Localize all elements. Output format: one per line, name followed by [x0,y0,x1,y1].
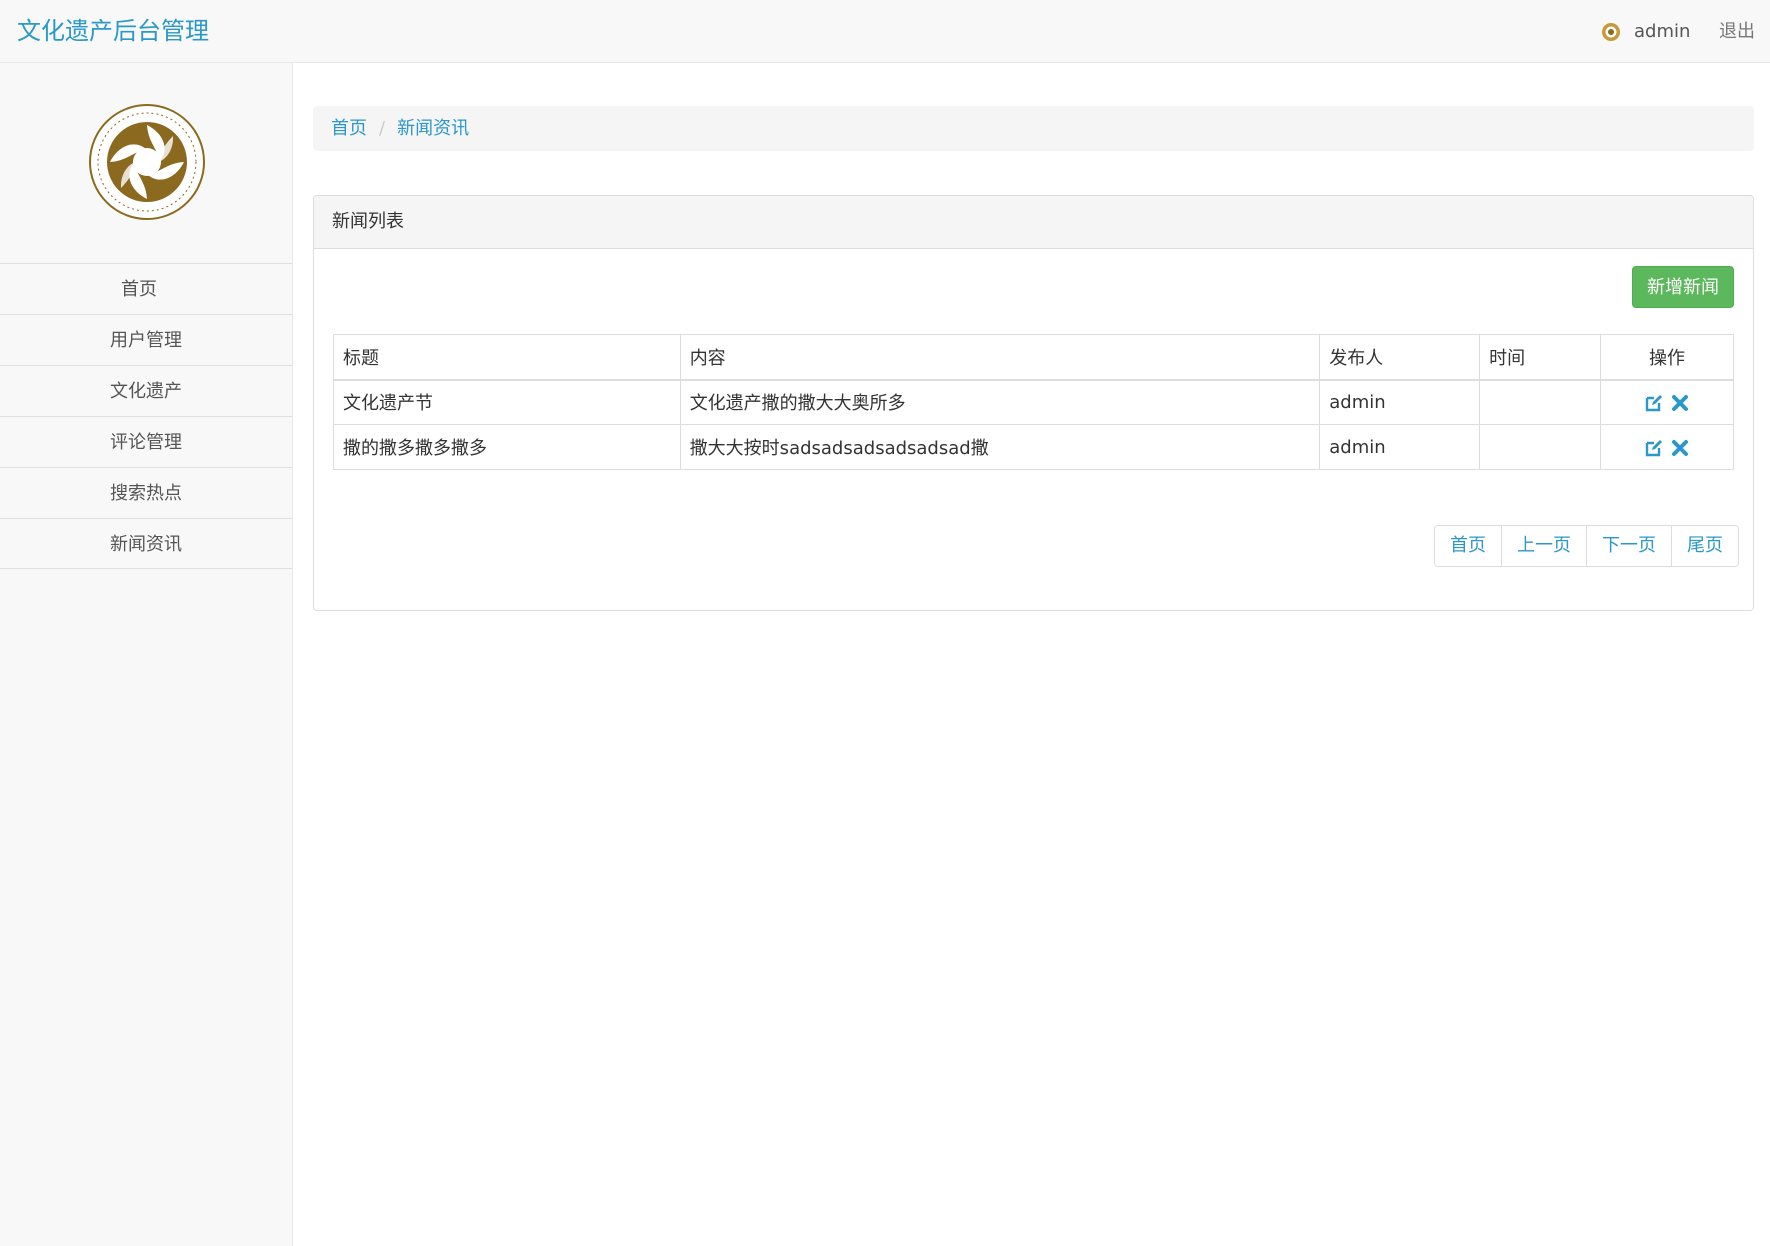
column-header-content: 内容 [679,334,1321,381]
column-header-time: 时间 [1479,334,1602,381]
page-next-button[interactable]: 下一页 [1586,526,1671,566]
news-table: 标题 内容 发布人 时间 操作 文化遗产节 文化遗产撒的撒大大奥所多 admin [333,334,1734,470]
sidebar-item-home[interactable]: 首页 [0,263,292,314]
breadcrumb: 首页 / 新闻资讯 [313,106,1754,151]
cell-time [1479,379,1602,425]
page-prev-button[interactable]: 上一页 [1501,526,1586,566]
edit-icon[interactable] [1644,438,1664,458]
column-header-title: 标题 [333,334,681,381]
cell-time [1479,424,1602,470]
cell-title: 文化遗产节 [333,379,681,425]
close-icon[interactable] [1670,393,1690,413]
sidebar-item-users[interactable]: 用户管理 [0,314,292,365]
page-first-button[interactable]: 首页 [1435,526,1501,566]
cultural-heritage-logo [88,103,206,221]
news-panel: 新闻列表 新增新闻 标题 内容 发布人 时间 操作 文化遗产节 文化遗产撒的撒大… [313,195,1754,611]
cell-author: admin [1319,379,1481,425]
sun-icon [1600,21,1622,43]
table-row: 文化遗产节 文化遗产撒的撒大大奥所多 admin [333,379,1734,425]
page-last-button[interactable]: 尾页 [1671,526,1738,566]
sidebar-item-comments[interactable]: 评论管理 [0,416,292,467]
cell-actions [1600,379,1734,425]
cell-content: 撒大大按时sadsadsadsadsadsad撒 [679,424,1321,470]
breadcrumb-current: 新闻资讯 [397,118,470,139]
breadcrumb-home[interactable]: 首页 [331,118,367,139]
user-name: admin [1634,21,1691,42]
close-icon[interactable] [1670,438,1690,458]
cell-author: admin [1319,424,1481,470]
table-header-row: 标题 内容 发布人 时间 操作 [333,334,1734,381]
column-header-actions: 操作 [1600,334,1734,381]
cell-content: 文化遗产撒的撒大大奥所多 [679,379,1321,425]
sidebar-menu: 首页 用户管理 文化遗产 评论管理 搜索热点 新闻资讯 [0,263,292,569]
pagination: 首页 上一页 下一页 尾页 [1434,525,1739,567]
breadcrumb-separator: / [379,118,386,139]
logout-link[interactable]: 退出 [1719,0,1755,63]
edit-icon[interactable] [1644,393,1664,413]
sidebar-item-news[interactable]: 新闻资讯 [0,518,292,569]
top-navbar: 文化遗产后台管理 admin 退出 [0,0,1770,63]
sidebar-item-heritage[interactable]: 文化遗产 [0,365,292,416]
sidebar: 首页 用户管理 文化遗产 评论管理 搜索热点 新闻资讯 [0,63,293,1246]
cell-actions [1600,424,1734,470]
column-header-author: 发布人 [1319,334,1481,381]
add-news-button[interactable]: 新增新闻 [1632,266,1734,308]
cell-title: 撒的撒多撒多撒多 [333,424,681,470]
user-menu[interactable]: admin [1600,0,1690,63]
app-title-link[interactable]: 文化遗产后台管理 [17,0,209,63]
sidebar-item-hot-search[interactable]: 搜索热点 [0,467,292,518]
panel-heading: 新闻列表 [314,196,1753,249]
table-row: 撒的撒多撒多撒多 撒大大按时sadsadsadsadsadsad撒 admin [333,424,1734,470]
